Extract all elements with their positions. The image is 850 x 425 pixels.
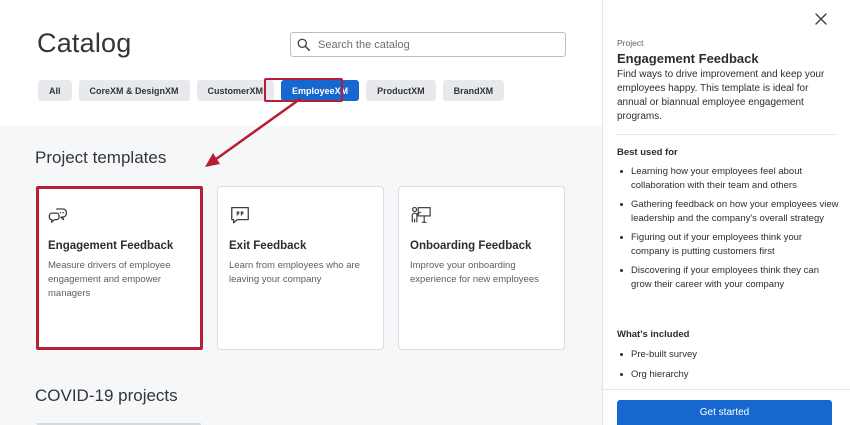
- panel-eyebrow: Project: [617, 38, 644, 48]
- card-title: Exit Feedback: [229, 240, 307, 252]
- footer-divider: [603, 389, 850, 390]
- get-started-button[interactable]: Get started: [617, 400, 832, 425]
- list-item: Org hierarchy: [617, 368, 839, 382]
- card-onboarding-feedback[interactable]: Onboarding Feedback Improve your onboard…: [398, 186, 565, 350]
- covid-projects-heading: COVID-19 projects: [35, 386, 178, 405]
- card-description: Improve your onboarding experience for n…: [410, 260, 539, 285]
- best-used-heading: Best used for: [617, 147, 678, 158]
- detail-panel: Project Engagement Feedback Find ways to…: [602, 0, 850, 425]
- card-title: Onboarding Feedback: [410, 240, 532, 252]
- page-title: Catalog: [37, 28, 132, 58]
- filter-productxm[interactable]: ProductXM: [366, 80, 436, 101]
- close-icon: [815, 13, 827, 25]
- list-item: Figuring out if your employees think you…: [617, 231, 839, 259]
- filter-all[interactable]: All: [38, 80, 72, 101]
- list-item: Learning how your employees feel about c…: [617, 165, 839, 193]
- filter-brandxm[interactable]: BrandXM: [442, 80, 505, 101]
- presenter-icon: [410, 204, 432, 226]
- project-templates-heading: Project templates: [35, 148, 167, 167]
- search-input[interactable]: [318, 38, 548, 51]
- list-item: Pre-built survey: [617, 348, 839, 362]
- card-exit-feedback[interactable]: Exit Feedback Learn from employees who a…: [217, 186, 384, 350]
- catalog-header: [0, 0, 602, 126]
- panel-title: Engagement Feedback: [617, 51, 759, 66]
- whats-included-list: Pre-built survey Org hierarchy: [617, 348, 839, 388]
- card-description: Learn from employees who are leaving you…: [229, 260, 360, 285]
- chat-bubbles-icon: [48, 204, 70, 226]
- filter-customerxm[interactable]: CustomerXM: [196, 80, 275, 101]
- card-title: Engagement Feedback: [48, 240, 174, 252]
- list-item: Discovering if your employees think they…: [617, 264, 839, 292]
- filter-corexm-designxm[interactable]: CoreXM & DesignXM: [78, 80, 190, 101]
- whats-included-heading: What's included: [617, 329, 690, 340]
- card-description: Measure drivers of employee engagement a…: [48, 260, 171, 299]
- panel-divider: [617, 134, 837, 135]
- search-box[interactable]: [290, 32, 566, 57]
- search-icon: [297, 38, 310, 51]
- list-item: Gathering feedback on how your employees…: [617, 198, 839, 226]
- best-used-list: Learning how your employees feel about c…: [617, 165, 839, 297]
- card-engagement-feedback[interactable]: Engagement Feedback Measure drivers of e…: [36, 186, 203, 350]
- active-filter-highlight: [264, 78, 343, 102]
- quote-bubble-icon: [229, 204, 251, 226]
- panel-description: Find ways to drive improvement and keep …: [617, 69, 825, 122]
- close-button[interactable]: [814, 12, 828, 26]
- catalog-main: Catalog All CoreXM & DesignXM CustomerXM…: [0, 0, 602, 425]
